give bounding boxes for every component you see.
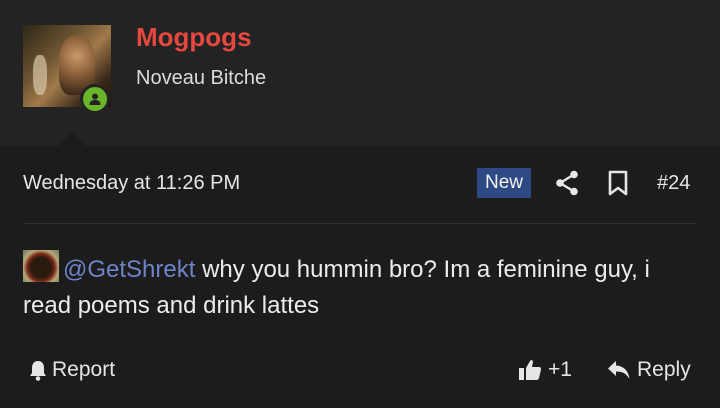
post-date-link[interactable]: Wednesday at 11:26 PM [23, 172, 240, 195]
like-count: +1 [548, 358, 572, 381]
user-mention-link[interactable]: @GetShrekt [63, 256, 195, 283]
bookmark-icon[interactable] [607, 170, 629, 196]
report-button[interactable]: Report [28, 358, 115, 382]
avatar-figure-background [33, 55, 47, 95]
online-status-icon [80, 84, 110, 114]
post-meta-bar: Wednesday at 11:26 PM New #24 [0, 146, 720, 222]
reply-button[interactable]: Reply [607, 358, 691, 382]
reply-label: Reply [637, 358, 691, 381]
post-body: Wednesday at 11:26 PM New #24 @GetShrekt… [0, 146, 720, 408]
post-number-link[interactable]: #24 [657, 172, 690, 195]
post-message: @GetShrekt why you hummin bro? Im a femi… [23, 250, 693, 324]
share-icon[interactable] [555, 170, 579, 196]
username-link[interactable]: Mogpogs [136, 22, 252, 53]
thumbs-up-icon [519, 360, 542, 380]
mention-avatar[interactable] [23, 250, 59, 282]
divider [23, 223, 697, 224]
message-pointer-arrow [58, 132, 86, 146]
reply-arrow-icon [608, 361, 630, 379]
like-button[interactable]: +1 [518, 358, 572, 382]
user-title: Noveau Bitche [136, 67, 267, 89]
new-badge: New [477, 168, 531, 198]
post-author-header: Mogpogs Noveau Bitche [0, 0, 720, 146]
report-label: Report [52, 358, 116, 381]
bell-icon [30, 361, 46, 381]
